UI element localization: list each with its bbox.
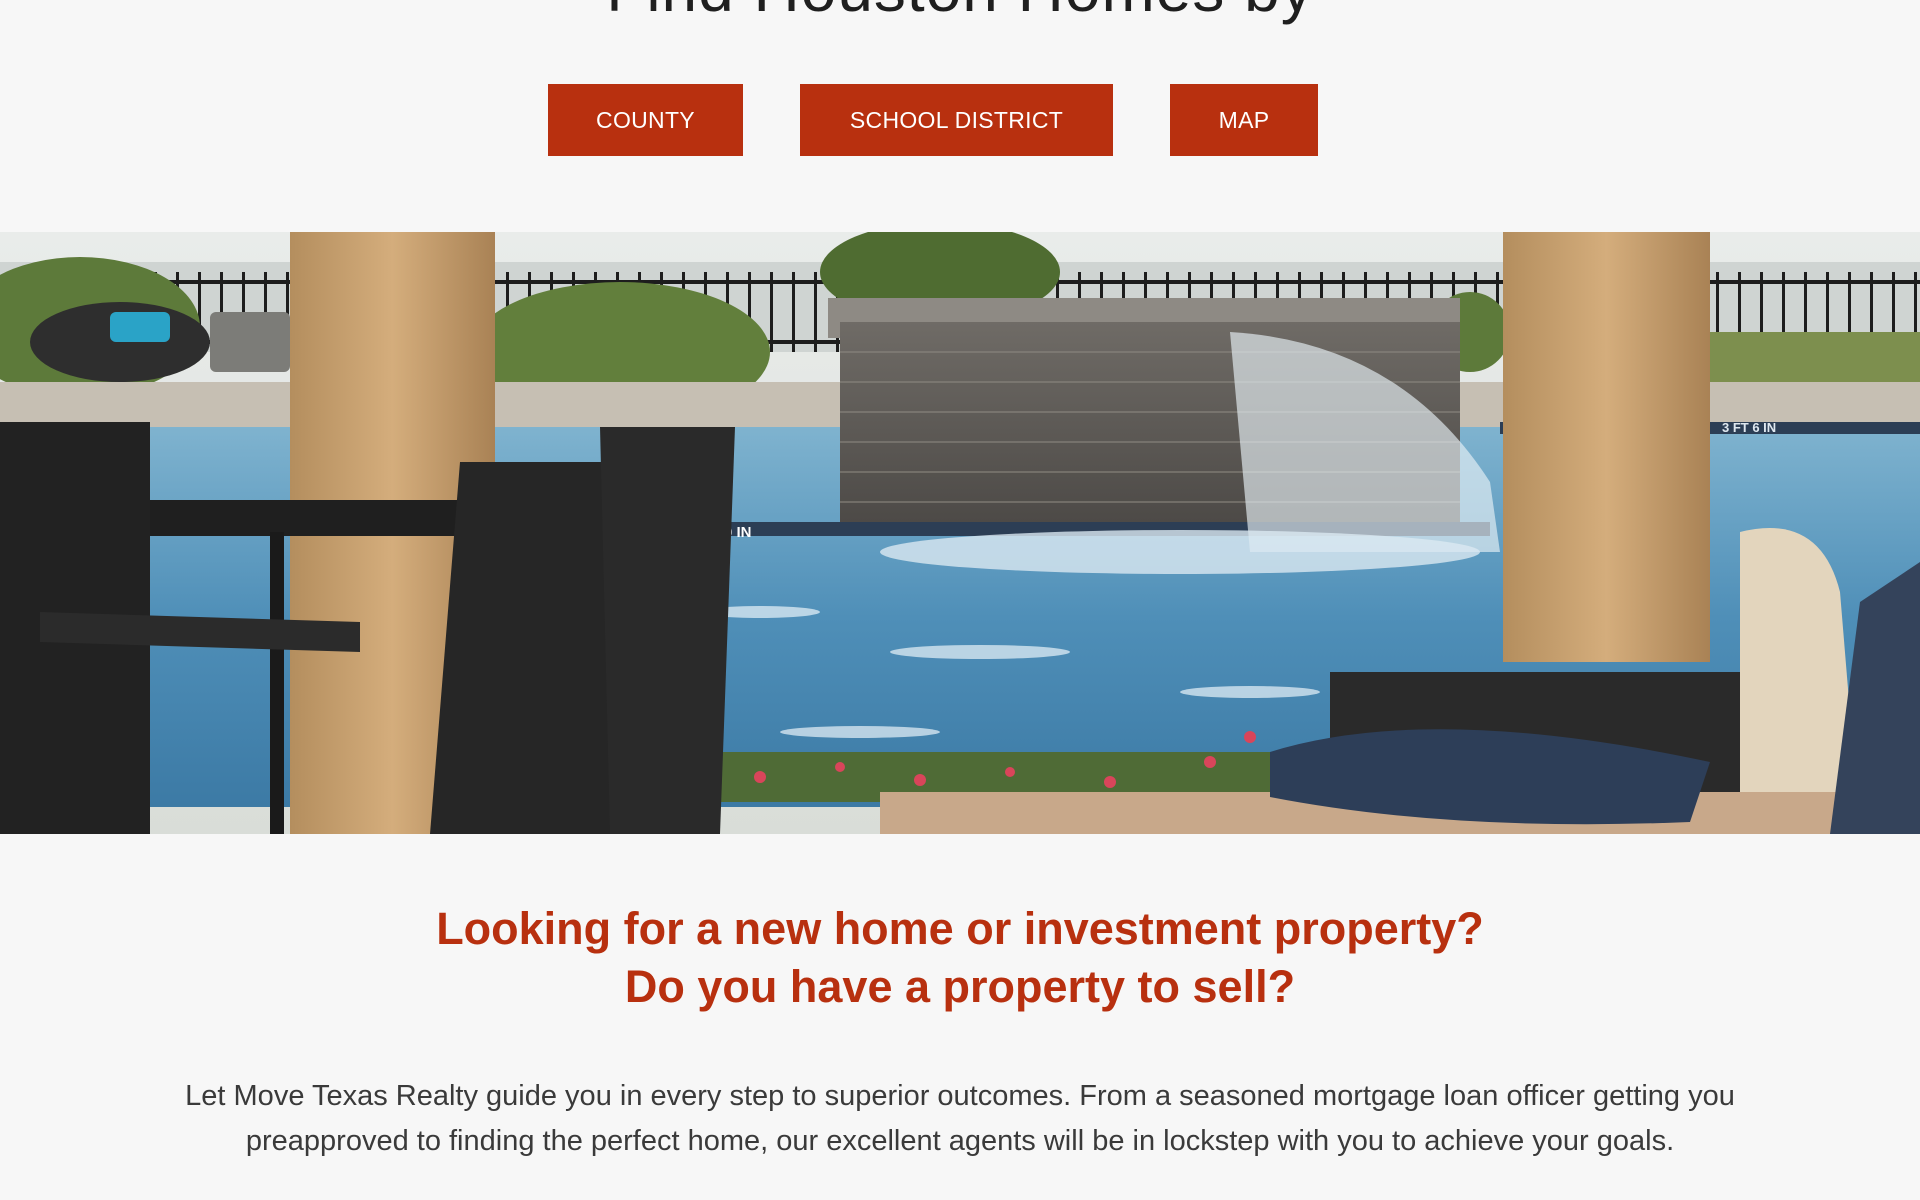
hero-image: 0 IN 3 FT 6 IN	[0, 232, 1920, 834]
county-button[interactable]: COUNTY	[548, 84, 743, 156]
headline-line-1: Looking for a new home or investment pro…	[436, 903, 1484, 954]
map-button[interactable]: MAP	[1170, 84, 1318, 156]
page-heading: Find Houston Homes by	[0, 0, 1920, 26]
school-district-button[interactable]: SCHOOL DISTRICT	[800, 84, 1113, 156]
depth-marker-right: 3 FT 6 IN	[1722, 420, 1776, 435]
search-by-buttons: COUNTY SCHOOL DISTRICT MAP	[0, 84, 1920, 156]
intro-body-text: Let Move Texas Realty guide you in every…	[185, 1080, 1735, 1157]
headline-line-2: Do you have a property to sell?	[624, 961, 1296, 1012]
intro-headline: Looking for a new home or investment pro…	[0, 900, 1920, 1016]
